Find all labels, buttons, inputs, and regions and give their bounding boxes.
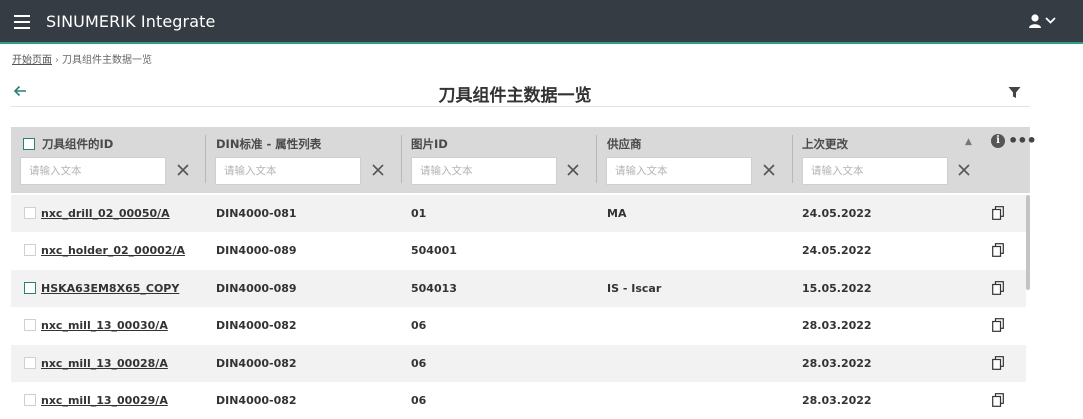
breadcrumb: 开始页面 › 刀具组件主数据一览 [12, 51, 152, 66]
image-id-cell: 504013 [411, 282, 457, 295]
user-icon [1029, 14, 1041, 28]
clear-icon[interactable] [176, 163, 190, 177]
row-checkbox[interactable] [24, 319, 36, 331]
row-checkbox[interactable] [24, 207, 36, 219]
din-cell: DIN4000-089 [216, 282, 297, 295]
table-row[interactable]: nxc_mill_13_00028/A DIN4000-082 06 28.03… [11, 345, 1026, 382]
breadcrumb-home-link[interactable]: 开始页面 [12, 55, 52, 66]
component-id-link[interactable]: nxc_holder_02_00002/A [41, 244, 185, 257]
vertical-scrollbar[interactable] [1026, 195, 1030, 290]
din-cell: DIN4000-081 [216, 207, 297, 220]
copy-icon[interactable] [992, 393, 1004, 407]
filter-input-component-id[interactable] [20, 157, 166, 185]
supplier-cell: MA [607, 207, 627, 220]
din-cell: DIN4000-082 [216, 319, 297, 332]
image-id-cell: 504001 [411, 244, 457, 257]
image-id-cell: 01 [411, 207, 427, 220]
component-id-link[interactable]: HSKA63EM8X65_COPY [41, 282, 179, 295]
table-header: 刀具组件的ID DIN标准 - 属性列表 图片ID 供应商 上次更改 ▲ i •… [11, 127, 1037, 193]
image-id-cell: 06 [411, 319, 427, 332]
column-divider [205, 135, 206, 183]
table-body: nxc_drill_02_00050/A DIN4000-081 01 MA 2… [11, 195, 1030, 407]
copy-icon[interactable] [992, 281, 1004, 295]
column-header-supplier[interactable]: 供应商 [607, 136, 642, 152]
clear-icon[interactable] [957, 163, 971, 177]
table-row[interactable]: nxc_holder_02_00002/A DIN4000-089 504001… [11, 232, 1026, 269]
filter-input-din[interactable] [215, 157, 361, 185]
breadcrumb-current: 刀具组件主数据一览 [62, 55, 152, 66]
image-id-cell: 06 [411, 357, 427, 370]
copy-icon[interactable] [992, 243, 1004, 257]
sort-ascending-icon[interactable]: ▲ [965, 137, 972, 147]
chevron-down-icon [1045, 17, 1056, 24]
supplier-cell: IS - Iscar [607, 282, 662, 295]
last-changed-cell: 24.05.2022 [802, 207, 872, 220]
menu-icon[interactable] [14, 15, 30, 29]
column-header-image-id[interactable]: 图片ID [411, 136, 448, 152]
din-cell: DIN4000-089 [216, 244, 297, 257]
copy-icon[interactable] [992, 356, 1004, 370]
last-changed-cell: 24.05.2022 [802, 244, 872, 257]
table-row[interactable]: nxc_mill_13_00030/A DIN4000-082 06 28.03… [11, 307, 1026, 344]
component-id-link[interactable]: nxc_mill_13_00030/A [41, 319, 168, 332]
last-changed-cell: 28.03.2022 [802, 357, 872, 370]
column-divider [401, 135, 402, 183]
select-all-checkbox[interactable] [23, 138, 35, 150]
clear-icon[interactable] [762, 163, 776, 177]
user-menu-button[interactable] [1029, 13, 1061, 31]
table-row[interactable]: HSKA63EM8X65_COPY DIN4000-089 504013 IS … [11, 270, 1026, 307]
table-row[interactable]: nxc_mill_13_00029/A DIN4000-082 06 28.03… [11, 382, 1026, 419]
info-icon[interactable]: i [991, 134, 1005, 148]
column-header-component-id[interactable]: 刀具组件的ID [42, 136, 113, 152]
column-header-last-changed[interactable]: 上次更改 [802, 136, 848, 152]
column-divider [792, 135, 793, 183]
copy-icon[interactable] [992, 206, 1004, 220]
app-title: SINUMERIK Integrate [46, 12, 216, 31]
row-checkbox[interactable] [24, 357, 36, 369]
row-checkbox[interactable] [24, 282, 36, 294]
image-id-cell: 06 [411, 394, 427, 407]
copy-icon[interactable] [992, 318, 1004, 332]
title-divider [11, 106, 1030, 107]
component-id-link[interactable]: nxc_drill_02_00050/A [41, 207, 170, 220]
more-icon[interactable]: ••• [1008, 131, 1037, 150]
component-id-link[interactable]: nxc_mill_13_00028/A [41, 357, 168, 370]
column-divider [596, 135, 597, 183]
breadcrumb-separator: › [55, 55, 59, 66]
row-checkbox[interactable] [24, 244, 36, 256]
last-changed-cell: 28.03.2022 [802, 394, 872, 407]
filter-input-image-id[interactable] [411, 157, 557, 185]
column-header-din[interactable]: DIN标准 - 属性列表 [216, 136, 321, 152]
filter-input-last-changed[interactable] [802, 157, 948, 185]
din-cell: DIN4000-082 [216, 357, 297, 370]
row-checkbox[interactable] [24, 394, 36, 406]
last-changed-cell: 15.05.2022 [802, 282, 872, 295]
page-title: 刀具组件主数据一览 [438, 86, 592, 106]
clear-icon[interactable] [566, 163, 580, 177]
din-cell: DIN4000-082 [216, 394, 297, 407]
last-changed-cell: 28.03.2022 [802, 319, 872, 332]
top-bar: SINUMERIK Integrate [0, 0, 1083, 44]
table-row[interactable]: nxc_drill_02_00050/A DIN4000-081 01 MA 2… [11, 195, 1026, 232]
filter-input-supplier[interactable] [606, 157, 752, 185]
filter-icon[interactable] [1008, 84, 1021, 98]
component-id-link[interactable]: nxc_mill_13_00029/A [41, 394, 168, 407]
clear-icon[interactable] [371, 163, 385, 177]
